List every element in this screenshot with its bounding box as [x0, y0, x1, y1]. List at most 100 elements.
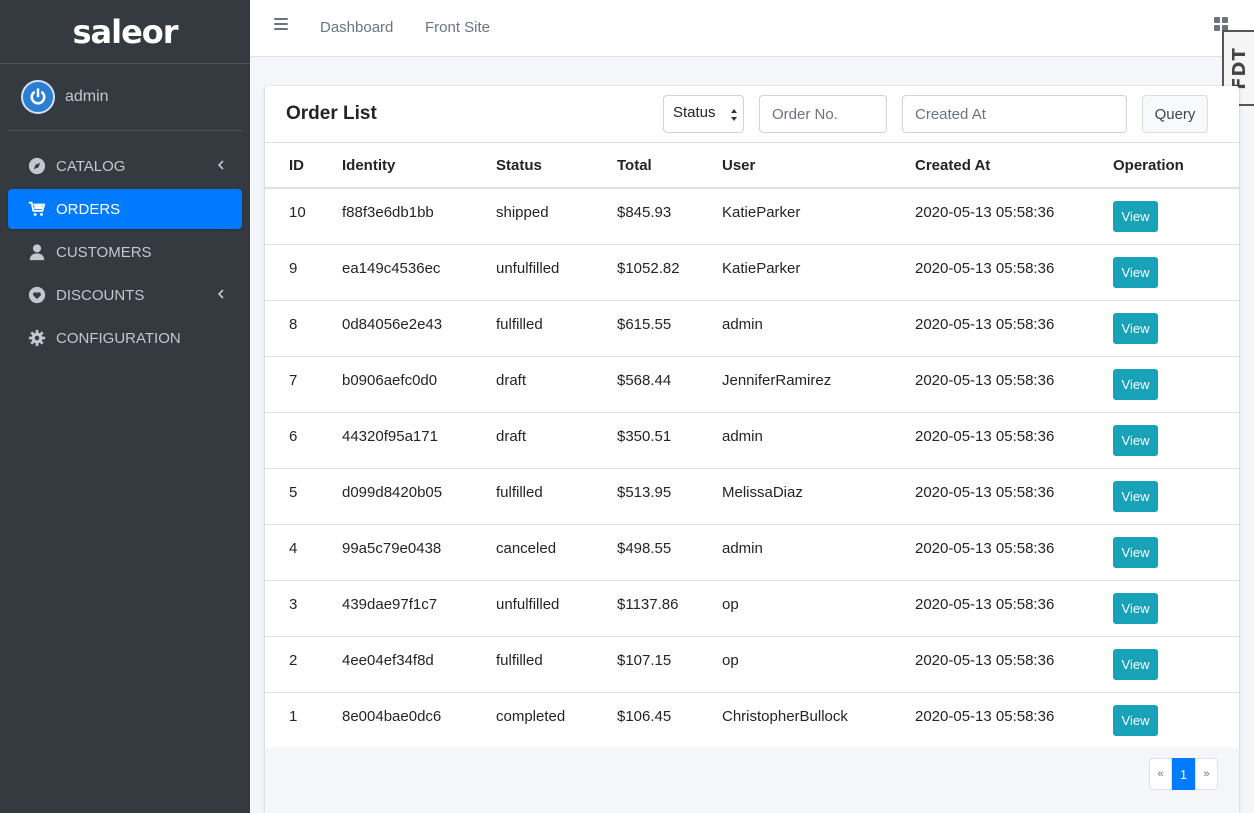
sidebar-item-customers[interactable]: CUSTOMERS	[8, 232, 242, 272]
view-order-button[interactable]: View	[1113, 648, 1158, 680]
cell-id: 2	[265, 635, 318, 692]
page-title: Order List	[286, 103, 377, 124]
cell-id: 4	[265, 523, 318, 580]
cell-total: $1137.86	[593, 579, 698, 636]
view-order-button[interactable]: View	[1113, 312, 1158, 344]
gear-icon	[27, 328, 47, 348]
grid-apps-icon[interactable]	[1214, 17, 1228, 31]
table-row: 8 0d84056e2e43 fulfilled $615.55 admin 2020-0…	[265, 299, 1239, 356]
cell-operation: View	[1089, 299, 1239, 356]
cell-identity: f88f3e6db1bb	[342, 204, 434, 221]
sidebar-item-configuration[interactable]: CONFIGURATION	[8, 318, 242, 358]
cell-user: admin	[698, 523, 891, 580]
query-button[interactable]: Query	[1142, 95, 1208, 133]
nav-link-front-site[interactable]: Front Site	[425, 19, 490, 36]
table-row: 7 b0906aefc0d0 draft $568.44 JenniferRamirez…	[265, 355, 1239, 412]
cell-status: unfulfilled	[472, 243, 593, 300]
sidebar: saleor admin CATALOG ORDERS CUSTOMERS DI…	[0, 0, 250, 813]
orders-table: ID Identity Status Total User Created At…	[265, 143, 1239, 748]
cell-created-at: 2020-05-13 05:58:36	[891, 411, 1089, 468]
cell-status: fulfilled	[472, 635, 593, 692]
table-row: 6 44320f95a171 draft $350.51 admin 2020-05-13…	[265, 411, 1239, 468]
sidebar-item-discounts[interactable]: DISCOUNTS	[8, 275, 242, 315]
cell-identity: b0906aefc0d0	[318, 355, 472, 412]
cell-status: fulfilled	[472, 299, 593, 356]
cell-operation: View	[1089, 411, 1239, 468]
cell-created-at: 2020-05-13 05:58:36	[891, 691, 1089, 748]
cell-identity: 439dae97f1c7	[318, 579, 472, 636]
cell-operation: View	[1089, 523, 1239, 580]
cell-total: $1052.82	[593, 243, 698, 300]
cell-user: KatieParker	[722, 204, 801, 221]
cell-identity: 44320f95a171	[318, 411, 472, 468]
column-header-created-at: Created At	[891, 143, 1089, 189]
view-order-button[interactable]: View	[1113, 592, 1158, 624]
user-panel[interactable]: admin	[8, 64, 242, 131]
cell-total: $615.55	[593, 299, 698, 356]
column-header-status: Status	[472, 143, 593, 189]
sidebar-item-label: CUSTOMERS	[56, 243, 152, 261]
table-row: 2 4ee04ef34f8d fulfilled $107.15 op 2020-05-1…	[265, 635, 1239, 692]
cell-id: 10	[289, 204, 306, 221]
hamburger-menu-icon[interactable]	[274, 18, 288, 30]
cell-user: ChristopherBullock	[698, 691, 891, 748]
cell-status: shipped	[496, 204, 549, 221]
cell-id: 5	[265, 467, 318, 524]
view-order-button[interactable]: View	[1113, 424, 1158, 456]
cell-user: op	[698, 635, 891, 692]
pagination-prev[interactable]: «	[1149, 758, 1172, 790]
cell-identity: ea149c4536ec	[318, 243, 472, 300]
created-at-input[interactable]	[902, 95, 1127, 133]
cell-status: fulfilled	[472, 467, 593, 524]
view-order-button[interactable]: View	[1113, 201, 1158, 232]
cell-created-at: 2020-05-13 05:58:36	[891, 243, 1089, 300]
cell-total: $498.55	[593, 523, 698, 580]
cell-total: $845.93	[617, 204, 672, 221]
cell-created-at: 2020-05-13 05:58:36	[891, 523, 1089, 580]
cell-operation: View	[1089, 467, 1239, 524]
pagination-next[interactable]: »	[1195, 758, 1218, 790]
status-select[interactable]: Status	[663, 95, 744, 133]
brand-logo[interactable]: saleor	[0, 0, 250, 64]
cell-created-at: 2020-05-13 05:58:36	[891, 467, 1089, 524]
cell-user: MelissaDiaz	[698, 467, 891, 524]
view-order-button[interactable]: View	[1113, 256, 1158, 288]
column-header-operation: Operation	[1089, 143, 1239, 189]
nav-link-dashboard[interactable]: Dashboard	[320, 19, 393, 36]
chevron-left-icon	[217, 289, 224, 299]
cart-icon	[27, 199, 47, 219]
column-header-total: Total	[593, 143, 698, 189]
topbar: Dashboard Front Site	[250, 0, 1254, 57]
table-row: 9 ea149c4536ec unfulfilled $1052.82 KatiePar…	[265, 243, 1239, 300]
sidebar-item-label: ORDERS	[56, 200, 121, 218]
table-row: 10 f88f3e6db1bb shipped $845.93 KatieParker 2…	[265, 188, 1239, 244]
cell-created-at: 2020-05-13 05:58:36	[891, 579, 1089, 636]
sidebar-item-orders[interactable]: ORDERS	[8, 189, 242, 229]
order-no-input[interactable]	[759, 95, 887, 133]
cell-user: admin	[698, 411, 891, 468]
view-order-button[interactable]: View	[1113, 704, 1158, 736]
cell-status: canceled	[472, 523, 593, 580]
view-order-button[interactable]: View	[1113, 368, 1158, 400]
pagination-page-current[interactable]: 1	[1172, 758, 1195, 790]
user-name[interactable]: admin	[65, 88, 109, 106]
sidebar-item-catalog[interactable]: CATALOG	[8, 146, 242, 186]
avatar-power-icon	[21, 80, 55, 114]
cell-total: $106.45	[593, 691, 698, 748]
brand-name: saleor	[72, 12, 178, 51]
sidebar-item-label: CONFIGURATION	[56, 329, 181, 347]
cell-status: draft	[472, 355, 593, 412]
sidebar-nav: CATALOG ORDERS CUSTOMERS DISCOUNTS CONFI…	[0, 131, 250, 358]
column-header-user: User	[698, 143, 891, 189]
cell-status: completed	[472, 691, 593, 748]
view-order-button[interactable]: View	[1113, 536, 1158, 568]
cell-created-at: 2020-05-13 05:58:36	[915, 204, 1055, 221]
cell-total: $513.95	[593, 467, 698, 524]
cell-operation: View	[1089, 243, 1239, 300]
card-header: Order List Status Query	[265, 86, 1239, 143]
view-order-button[interactable]: View	[1113, 480, 1158, 512]
cell-identity: 4ee04ef34f8d	[318, 635, 472, 692]
column-header-id: ID	[265, 143, 318, 189]
table-row: 4 99a5c79e0438 canceled $498.55 admin 2020-05…	[265, 523, 1239, 580]
cell-id: 9	[265, 243, 318, 300]
